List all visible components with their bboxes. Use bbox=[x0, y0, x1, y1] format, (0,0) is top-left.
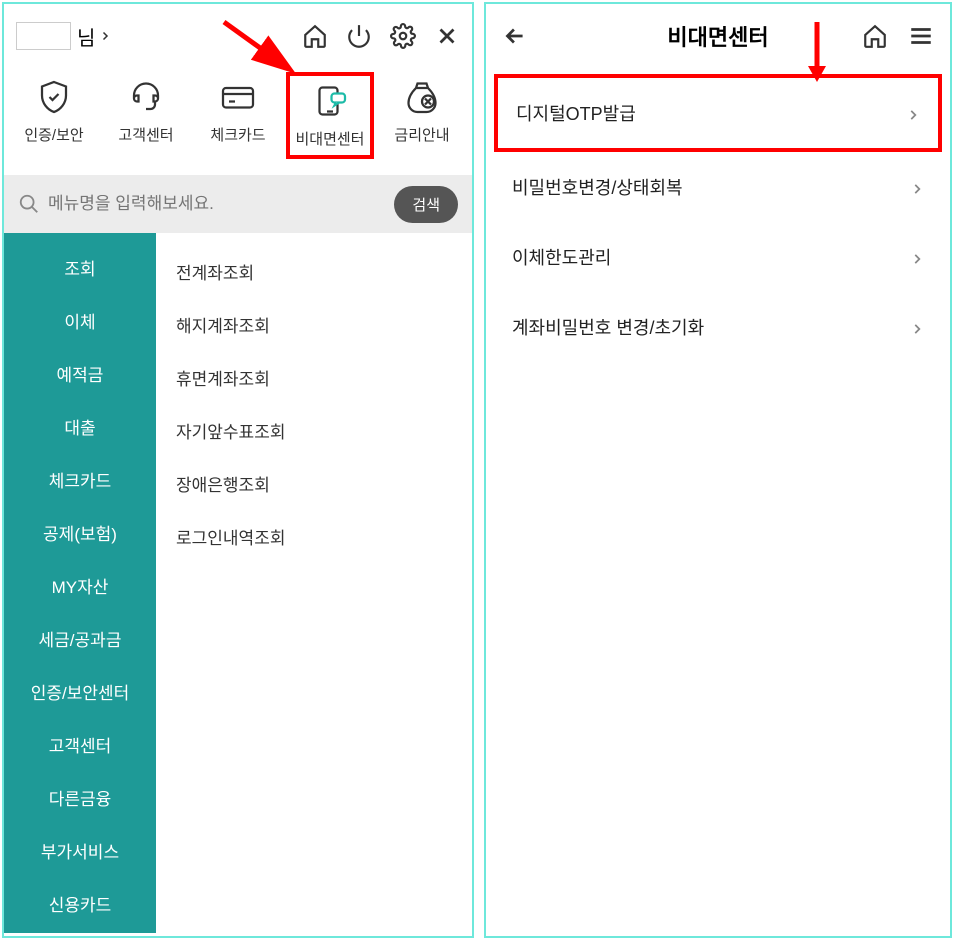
list-item-account-password[interactable]: 계좌비밀번호 변경/초기화 bbox=[494, 292, 942, 362]
submenu-item[interactable]: 로그인내역조회 bbox=[156, 510, 472, 563]
shortcut-label: 인증/보안 bbox=[24, 124, 83, 145]
submenu-item[interactable]: 해지계좌조회 bbox=[156, 298, 472, 351]
user-label[interactable]: 님 bbox=[16, 22, 111, 51]
card-icon bbox=[219, 78, 257, 116]
search-bar: 검색 bbox=[4, 175, 472, 233]
shortcut-label: 비대면센터 bbox=[295, 128, 364, 149]
search-button[interactable]: 검색 bbox=[394, 186, 458, 223]
list-item-label: 디지털OTP발급 bbox=[516, 100, 636, 126]
submenu-item[interactable]: 휴면계좌조회 bbox=[156, 351, 472, 404]
shortcut-cs[interactable]: 고객센터 bbox=[102, 72, 190, 159]
chevron-right-icon bbox=[906, 106, 920, 120]
close-icon[interactable] bbox=[434, 23, 460, 49]
submenu-item[interactable]: 자기앞수표조회 bbox=[156, 404, 472, 457]
submenu-item[interactable]: 장애은행조회 bbox=[156, 457, 472, 510]
list-item-label: 비밀번호변경/상태회복 bbox=[512, 174, 683, 200]
category-sidebar: 조회 이체 예적금 대출 체크카드 공제(보험) MY자산 세금/공과금 인증/… bbox=[4, 233, 156, 933]
list-item-label: 이체한도관리 bbox=[512, 244, 611, 270]
title-bar: 비대면센터 bbox=[486, 4, 950, 68]
header-icons bbox=[302, 23, 460, 49]
home-icon[interactable] bbox=[302, 23, 328, 49]
list-item-digital-otp[interactable]: 디지털OTP발급 bbox=[494, 74, 942, 152]
sidebar-item[interactable]: 부가서비스 bbox=[4, 824, 156, 877]
chevron-right-icon bbox=[99, 25, 111, 48]
shortcut-label: 금리안내 bbox=[394, 124, 449, 145]
headset-icon bbox=[127, 78, 165, 116]
chevron-right-icon bbox=[910, 180, 924, 194]
shortcut-label: 체크카드 bbox=[210, 124, 265, 145]
power-icon[interactable] bbox=[346, 23, 372, 49]
home-icon[interactable] bbox=[862, 23, 888, 49]
sidebar-item[interactable]: 이체 bbox=[4, 294, 156, 347]
title-bar-right bbox=[862, 23, 934, 49]
money-bag-icon bbox=[403, 78, 441, 116]
sidebar-item[interactable]: MY자산 bbox=[4, 559, 156, 612]
title-bar-left bbox=[502, 23, 582, 49]
shortcut-auth[interactable]: 인증/보안 bbox=[10, 72, 98, 159]
menu-icon[interactable] bbox=[908, 23, 934, 49]
shortcut-noncontact[interactable]: 비대면센터 bbox=[286, 72, 374, 159]
option-list: 디지털OTP발급 비밀번호변경/상태회복 이체한도관리 계좌비밀번호 변경/초기… bbox=[486, 68, 950, 368]
sidebar-item[interactable]: 공제(보험) bbox=[4, 506, 156, 559]
sidebar-item[interactable]: 고객센터 bbox=[4, 718, 156, 771]
shortcut-label: 고객센터 bbox=[118, 124, 173, 145]
search-icon bbox=[18, 193, 40, 215]
list-item-transfer-limit[interactable]: 이체한도관리 bbox=[494, 222, 942, 292]
user-name-field bbox=[16, 22, 71, 50]
submenu-list: 전계좌조회 해지계좌조회 휴면계좌조회 자기앞수표조회 장애은행조회 로그인내역… bbox=[156, 233, 472, 933]
sidebar-item[interactable]: 세금/공과금 bbox=[4, 612, 156, 665]
user-suffix: 님 bbox=[77, 22, 95, 51]
chevron-right-icon bbox=[910, 320, 924, 334]
list-item-password[interactable]: 비밀번호변경/상태회복 bbox=[494, 152, 942, 222]
right-screen: 비대면센터 디지털OTP발급 비밀번호변경/상태회복 bbox=[484, 2, 952, 938]
sidebar-item[interactable]: 예적금 bbox=[4, 347, 156, 400]
sidebar-item[interactable]: 인증/보안센터 bbox=[4, 665, 156, 718]
search-input[interactable] bbox=[48, 194, 386, 214]
submenu-item[interactable]: 전계좌조회 bbox=[156, 245, 472, 298]
sidebar-item[interactable]: 다른금융 bbox=[4, 771, 156, 824]
page-title: 비대면센터 bbox=[667, 20, 768, 52]
sidebar-item[interactable]: 체크카드 bbox=[4, 453, 156, 506]
shield-check-icon bbox=[35, 78, 73, 116]
sidebar-item[interactable]: 신용카드 bbox=[4, 877, 156, 930]
shortcuts-row: 인증/보안 고객센터 체크카드 비대면센터 금리안내 bbox=[4, 64, 472, 175]
left-screen: 님 인증/보안 bbox=[2, 2, 474, 938]
device-chat-icon bbox=[311, 82, 349, 120]
sidebar-item[interactable]: 대출 bbox=[4, 400, 156, 453]
shortcut-rates[interactable]: 금리안내 bbox=[378, 72, 466, 159]
header-row: 님 bbox=[4, 4, 472, 64]
chevron-right-icon bbox=[910, 250, 924, 264]
content-row: 조회 이체 예적금 대출 체크카드 공제(보험) MY자산 세금/공과금 인증/… bbox=[4, 233, 472, 933]
shortcut-card[interactable]: 체크카드 bbox=[194, 72, 282, 159]
back-icon[interactable] bbox=[502, 23, 528, 49]
gear-icon[interactable] bbox=[390, 23, 416, 49]
list-item-label: 계좌비밀번호 변경/초기화 bbox=[512, 314, 704, 340]
sidebar-item[interactable]: 조회 bbox=[4, 241, 156, 294]
